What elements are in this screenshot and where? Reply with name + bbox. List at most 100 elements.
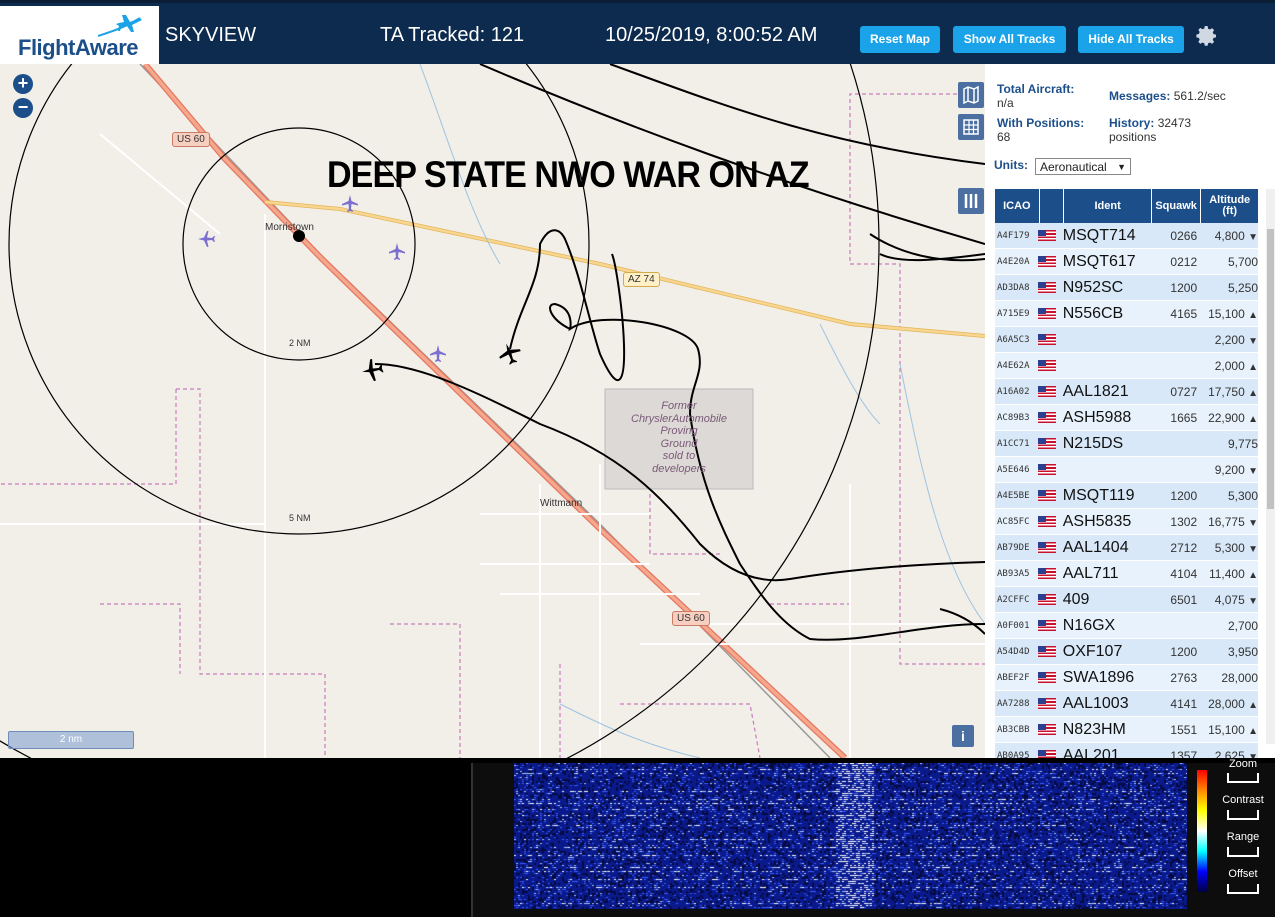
- table-row[interactable]: ABEF2F SWA1896 2763 28,000: [995, 665, 1258, 691]
- altitude-trend-icon: ▲: [1248, 569, 1259, 581]
- table-row[interactable]: AB0A95 AAL201 1357 2,625 ▼: [995, 743, 1258, 758]
- aircraft-icon[interactable]: [358, 355, 388, 385]
- cell-altitude: 5,250: [1227, 280, 1259, 295]
- table-row[interactable]: AC85FC ASH5835 1302 16,775 ▼: [995, 509, 1258, 535]
- table-row[interactable]: AB79DE AAL1404 2712 5,300 ▼: [995, 535, 1258, 561]
- waterfall-controls: Zoom Contrast Range Offset: [1216, 758, 1275, 917]
- map-view[interactable]: US 60 US 60 AZ 74 Morristown Wittmann 2 …: [0, 64, 985, 758]
- table-row[interactable]: A6A5C3 2,200 ▼: [995, 327, 1258, 353]
- cell-flag: [1038, 750, 1062, 758]
- map-info-button[interactable]: i: [952, 725, 974, 747]
- cell-ident: MSQT617: [1062, 252, 1136, 270]
- aircraft-table: ICAO Ident Squawk Altitude (ft) A4F179 MS…: [995, 189, 1258, 758]
- table-row[interactable]: A5E646 9,200 ▼: [995, 457, 1258, 483]
- map-layers-icon[interactable]: [958, 82, 984, 108]
- aircraft-icon[interactable]: [340, 194, 360, 214]
- cell-altitude: 4,800 ▼: [1214, 228, 1259, 243]
- az74-shield: AZ 74: [623, 272, 660, 287]
- aircraft-icon[interactable]: [197, 229, 217, 249]
- cell-squawk: 1200: [1170, 488, 1198, 503]
- grid-icon[interactable]: [958, 114, 984, 140]
- us-flag-icon: [1038, 438, 1057, 449]
- table-row[interactable]: AD3DA8 N952SC 1200 5,250: [995, 275, 1258, 301]
- column-header-altitude[interactable]: Altitude (ft): [1201, 189, 1258, 223]
- table-row[interactable]: A0F001 N16GX 2,700: [995, 613, 1258, 639]
- altitude-trend-icon: ▼: [1248, 543, 1259, 555]
- cell-flag: [1038, 282, 1062, 293]
- table-row[interactable]: A4E20A MSQT617 0212 5,700: [995, 249, 1258, 275]
- show-all-tracks-button[interactable]: Show All Tracks: [953, 26, 1066, 53]
- cell-ident: MSQT714: [1062, 226, 1136, 244]
- cell-altitude: 28,000 ▲: [1208, 696, 1259, 711]
- cell-flag: [1038, 490, 1062, 501]
- table-row[interactable]: AA7288 AAL1003 4141 28,000 ▲: [995, 691, 1258, 717]
- cell-icao: A4E5BE: [997, 490, 1030, 501]
- us-flag-icon: [1038, 568, 1057, 579]
- column-header-squawk[interactable]: Squawk: [1152, 189, 1202, 223]
- columns-toggle-icon[interactable]: [958, 188, 984, 214]
- map-scale-bar: 2 nm: [8, 731, 134, 749]
- us-flag-icon: [1038, 282, 1057, 293]
- table-row[interactable]: A1CC71 N215DS 9,775: [995, 431, 1258, 457]
- cell-icao: AD3DA8: [997, 282, 1030, 293]
- gear-icon[interactable]: [1195, 24, 1219, 53]
- overlay-banner-text: DEEP STATE NWO WAR ON AZ: [327, 154, 810, 195]
- zoom-out-button[interactable]: −: [13, 98, 33, 118]
- table-scrollbar[interactable]: [1266, 189, 1275, 744]
- cell-icao: AC85FC: [997, 516, 1030, 527]
- table-row[interactable]: A16A02 AAL1821 0727 17,750 ▲: [995, 379, 1258, 405]
- cell-ident: AAL201: [1062, 746, 1120, 759]
- table-header: ICAO Ident Squawk Altitude (ft): [995, 189, 1258, 223]
- us-flag-icon: [1038, 386, 1057, 397]
- aircraft-icon[interactable]: [387, 242, 407, 262]
- cell-ident: AAL1404: [1062, 538, 1129, 556]
- zoom-slider[interactable]: [1227, 773, 1259, 783]
- table-row[interactable]: A54D4D OXF107 1200 3,950: [995, 639, 1258, 665]
- cell-icao: A6A5C3: [997, 334, 1030, 345]
- cell-icao: A715E9: [997, 308, 1030, 319]
- hide-all-tracks-button[interactable]: Hide All Tracks: [1078, 26, 1184, 53]
- table-row[interactable]: AC89B3 ASH5988 1665 22,900 ▲: [995, 405, 1258, 431]
- table-row[interactable]: A4E5BE MSQT119 1200 5,300: [995, 483, 1258, 509]
- cell-squawk: 6501: [1170, 592, 1198, 607]
- reset-map-button[interactable]: Reset Map: [860, 26, 940, 53]
- cell-flag: [1038, 594, 1062, 605]
- cell-ident: N823HM: [1062, 720, 1126, 738]
- range-label: Range: [1226, 831, 1260, 843]
- aircraft-icon[interactable]: [428, 344, 448, 364]
- zoom-in-button[interactable]: +: [13, 74, 33, 94]
- table-row[interactable]: A2CFFC 409 6501 4,075 ▼: [995, 587, 1258, 613]
- altitude-trend-icon: ▼: [1248, 517, 1259, 529]
- chevron-down-icon: ▼: [1117, 162, 1126, 172]
- zoom-label: Zoom: [1228, 758, 1258, 770]
- contrast-slider[interactable]: [1227, 810, 1259, 820]
- offset-label: Offset: [1228, 868, 1258, 880]
- cell-ident: N556CB: [1062, 304, 1124, 322]
- offset-slider[interactable]: [1227, 884, 1259, 894]
- us-flag-icon: [1038, 594, 1057, 605]
- cell-ident: N952SC: [1062, 278, 1124, 296]
- column-header-icao[interactable]: ICAO: [995, 189, 1040, 223]
- scrollbar-thumb[interactable]: [1267, 229, 1274, 509]
- plane-logo-icon: [97, 15, 142, 37]
- cell-icao: AC89B3: [997, 412, 1030, 423]
- units-select[interactable]: Aeronautical ▼: [1035, 158, 1131, 175]
- altitude-trend-icon: ▲: [1248, 413, 1259, 425]
- cell-flag: [1038, 230, 1062, 241]
- table-row[interactable]: A4E62A 2,000 ▲: [995, 353, 1258, 379]
- table-row[interactable]: A715E9 N556CB 4165 15,100 ▲: [995, 301, 1258, 327]
- cell-flag: [1038, 620, 1062, 631]
- table-row[interactable]: A4F179 MSQT714 0266 4,800 ▼: [995, 223, 1258, 249]
- cell-ident: ASH5988: [1062, 408, 1132, 426]
- us-flag-icon: [1038, 620, 1057, 631]
- flightaware-logo[interactable]: FlightAware: [0, 6, 159, 65]
- cell-squawk: 2763: [1170, 670, 1198, 685]
- cell-squawk: 1302: [1170, 514, 1198, 529]
- column-header-ident[interactable]: Ident: [1064, 189, 1152, 223]
- table-row[interactable]: AB93A5 AAL711 4104 11,400 ▲: [995, 561, 1258, 587]
- range-slider[interactable]: [1227, 847, 1259, 857]
- table-row[interactable]: AB3CBB N823HM 1551 15,100 ▲: [995, 717, 1258, 743]
- cell-flag: [1038, 698, 1062, 709]
- column-header-flag[interactable]: [1040, 189, 1065, 223]
- ring-label-2nm: 2 NM: [289, 338, 311, 348]
